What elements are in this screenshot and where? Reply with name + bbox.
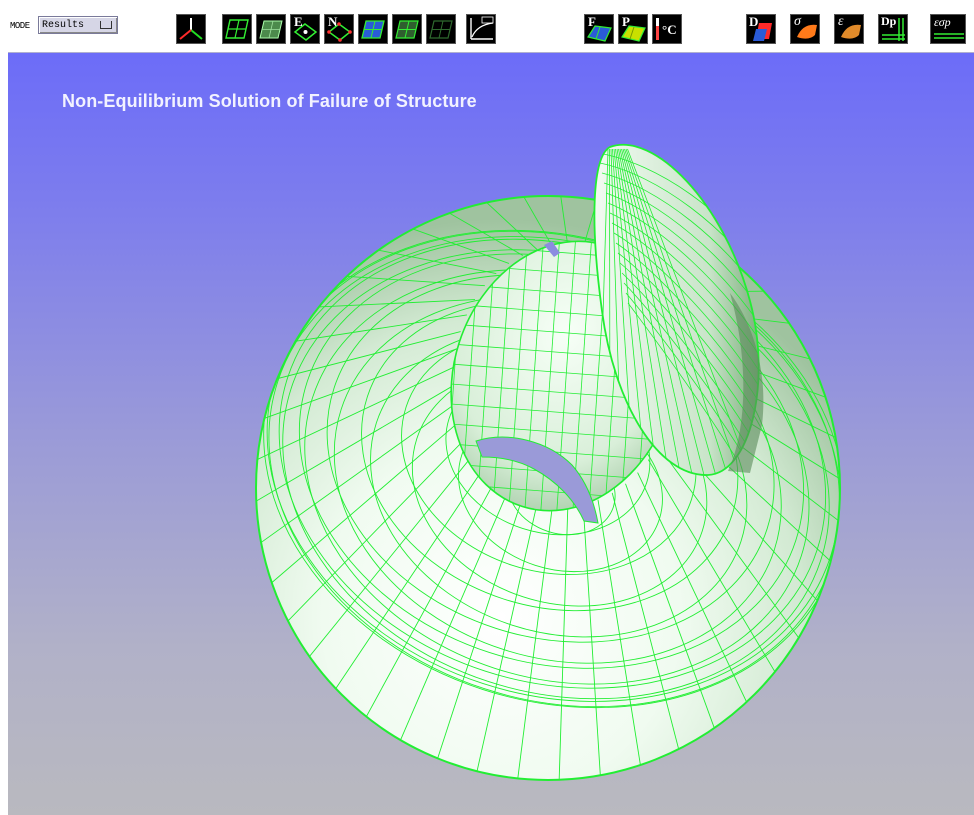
graph-plot-button[interactable]: [466, 14, 496, 44]
node-numbers-button[interactable]: N: [324, 14, 354, 44]
displacement-display-letter: D: [749, 14, 759, 29]
temperature-display-button[interactable]: °C: [652, 14, 682, 44]
plastic-strain-letter: εσp: [934, 15, 951, 29]
pressure-display-letter: P: [622, 14, 630, 29]
mesh-display-button[interactable]: [358, 14, 388, 44]
shaded-surface-button[interactable]: [256, 14, 286, 44]
strain-display-button[interactable]: ε: [834, 14, 864, 44]
pressure-display-button[interactable]: P: [618, 14, 648, 44]
node-numbers-letter: N: [328, 14, 338, 29]
strain-display-letter: ε: [838, 14, 844, 29]
mode-label: MODE: [10, 21, 30, 31]
mode-select-value: Results: [42, 20, 85, 31]
force-display-button[interactable]: F: [584, 14, 614, 44]
3d-viewport[interactable]: Non-Equilibrium Solution of Failure of S…: [8, 53, 974, 815]
displacement-display-button[interactable]: D: [746, 14, 776, 44]
toolbar: MODE Results E N F P °C D σ ε Dp εσp: [8, 0, 974, 53]
plastic-displacement-button[interactable]: Dp: [878, 14, 908, 44]
mesh-display-icon: [361, 20, 385, 39]
temperature-display-letter: °C: [662, 22, 677, 37]
stress-display-letter: σ: [794, 14, 801, 29]
failed-sphere-mesh-model: [255, 144, 841, 781]
element-numbers-letter: E: [294, 14, 303, 29]
dropdown-arrow-icon: [100, 21, 112, 29]
element-numbers-button[interactable]: E: [290, 14, 320, 44]
hidden-mesh-icon: [395, 20, 419, 39]
dark-mesh-icon: [429, 20, 453, 39]
stress-display-button[interactable]: σ: [790, 14, 820, 44]
wireframe-mesh-icon: [225, 19, 249, 39]
graph-plot-icon: [470, 16, 494, 40]
force-display-letter: F: [588, 14, 596, 29]
axes-button[interactable]: [176, 14, 206, 44]
hidden-mesh-button[interactable]: [392, 14, 422, 44]
axes-icon: [179, 18, 203, 40]
mode-select[interactable]: Results: [38, 16, 118, 34]
wireframe-dark-button[interactable]: [426, 14, 456, 44]
plastic-displacement-letter: Dp: [881, 14, 897, 28]
application-window: MODE Results E N F P °C D σ ε Dp εσp Non…: [0, 0, 974, 815]
plastic-strain-button[interactable]: εσp: [930, 14, 966, 44]
wireframe-mesh-button[interactable]: [222, 14, 252, 44]
left-border: [0, 0, 8, 815]
shaded-surface-icon: [259, 20, 283, 39]
